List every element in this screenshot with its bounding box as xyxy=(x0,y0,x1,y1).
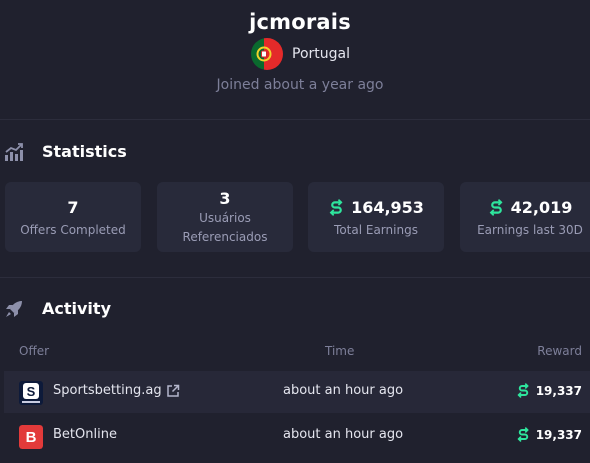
stat-label: Offers Completed xyxy=(20,223,126,237)
activity-table-header: Offer Time Reward xyxy=(0,344,590,360)
coin-icon xyxy=(329,199,343,216)
external-link-icon[interactable] xyxy=(166,384,180,398)
rocket-icon xyxy=(6,301,22,317)
divider xyxy=(0,277,590,278)
stat-value: 42,019 xyxy=(460,198,590,217)
svg-text:B: B xyxy=(26,429,37,446)
betonline-logo-icon: B xyxy=(19,425,43,449)
stat-value: 164,953 xyxy=(308,198,444,217)
coin-icon xyxy=(517,427,529,442)
activity-header: Activity xyxy=(4,297,111,321)
coin-icon xyxy=(517,383,529,398)
stat-label-line: Referenciados xyxy=(182,230,268,244)
stat-card-total-earnings: 164,953 Total Earnings xyxy=(308,182,444,252)
username: jcmorais xyxy=(249,10,351,34)
stat-card-earnings-30d: 42,019 Earnings last 30D xyxy=(460,182,590,252)
column-header-reward[interactable]: Reward xyxy=(537,344,582,358)
portugal-flag-icon xyxy=(251,38,283,70)
profile-header: jcmorais Portugal Joined about a year ag… xyxy=(0,0,590,120)
stat-card-offers-completed: 7 Offers Completed xyxy=(5,182,141,252)
svg-text:S: S xyxy=(27,384,36,399)
country-name: Portugal xyxy=(292,46,350,62)
country-badge: Portugal xyxy=(251,38,350,70)
stat-value: 7 xyxy=(67,198,79,217)
table-row: B BetOnline about an hour ago 19,337 xyxy=(4,415,590,457)
stat-label: Usuários Referenciados xyxy=(157,209,293,247)
statistics-header: Statistics xyxy=(4,140,127,164)
column-header-offer[interactable]: Offer xyxy=(19,344,49,358)
row-reward: 19,337 xyxy=(516,427,582,442)
divider xyxy=(0,119,590,120)
statistics-title: Statistics xyxy=(42,142,127,161)
table-row: S Sportsbetting.ag about an hour ago 19,… xyxy=(4,371,590,413)
row-reward-value: 19,337 xyxy=(535,383,582,398)
coin-icon xyxy=(489,199,503,216)
sportsbetting-logo-icon: S xyxy=(19,381,43,405)
offer-name-link[interactable]: BetOnline xyxy=(53,427,117,442)
row-reward-value: 19,337 xyxy=(535,427,582,442)
stat-value-text: 164,953 xyxy=(351,198,424,217)
activity-title: Activity xyxy=(42,299,111,318)
offer-name-link[interactable]: Sportsbetting.ag xyxy=(53,383,162,398)
column-header-time[interactable]: Time xyxy=(325,344,354,358)
stat-value: 3 xyxy=(219,189,231,208)
row-reward: 19,337 xyxy=(516,383,582,398)
stat-label: Earnings last 30D xyxy=(477,223,583,237)
stat-value-text: 42,019 xyxy=(510,198,573,217)
chart-trend-icon xyxy=(5,143,23,161)
joined-date: Joined about a year ago xyxy=(216,77,384,93)
stat-label: Total Earnings xyxy=(334,223,418,237)
row-time: about an hour ago xyxy=(283,427,404,442)
stat-card-referrals: 3 Usuários Referenciados xyxy=(157,182,293,252)
stat-label-line: Usuários xyxy=(199,211,251,225)
row-time: about an hour ago xyxy=(283,383,404,398)
